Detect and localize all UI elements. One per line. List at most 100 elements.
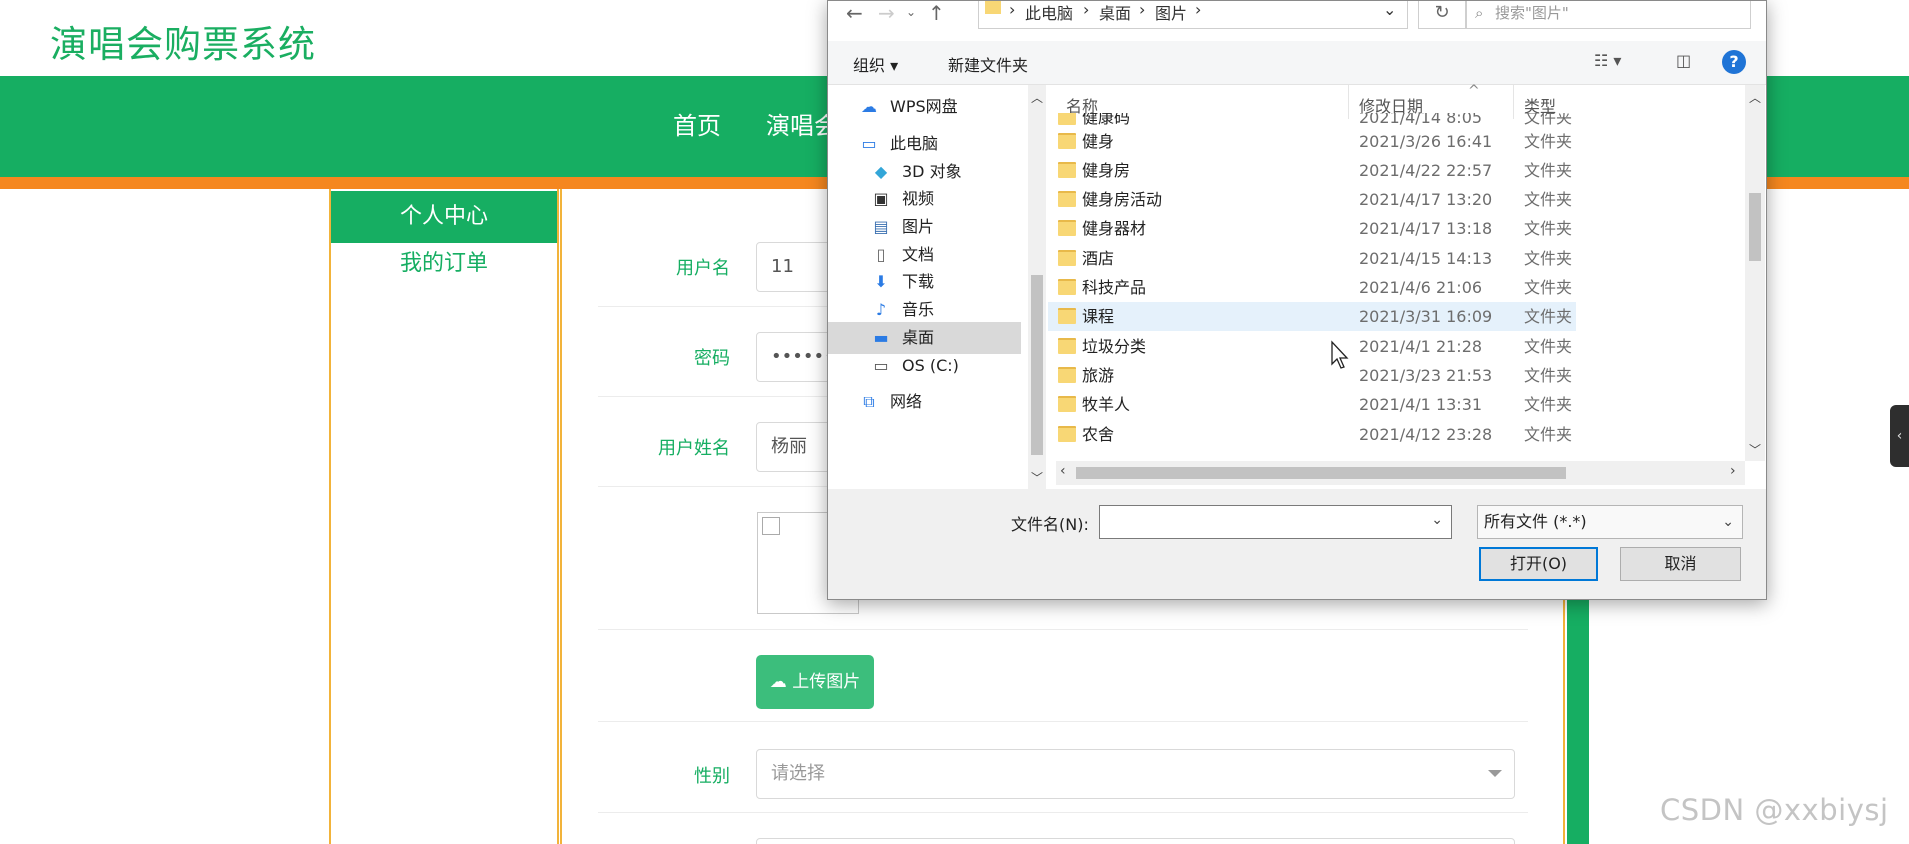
side-collapse-tab[interactable]: ‹ [1890, 405, 1909, 467]
folder-icon [1058, 338, 1076, 354]
scroll-down-icon[interactable]: ﹀ [1028, 469, 1046, 486]
file-modified: 2021/4/6 21:06 [1359, 278, 1483, 297]
scroll-left-icon[interactable]: ‹ [1060, 463, 1066, 479]
file-row[interactable]: 科技产品 2021/4/6 21:06 文件夹 [1048, 273, 1576, 302]
file-list: 健康码 2021/4/14 8:05 文件夹 健身 2021/3/26 16:41 文件夹… [1048, 113, 1576, 461]
file-row[interactable]: 健身器材 2021/4/17 13:18 文件夹 [1048, 214, 1576, 243]
file-type: 文件夹 [1524, 366, 1573, 385]
preview-pane-icon[interactable]: ◫ [1676, 51, 1691, 70]
breadcrumb-desktop[interactable]: 桌面 [1099, 1, 1131, 24]
nav-scrollbar[interactable]: ︿ ﹀ [1028, 85, 1046, 489]
search-input[interactable]: ⌕ 搜索"图片" [1466, 1, 1751, 29]
scrollbar-thumb[interactable] [1749, 193, 1761, 261]
breadcrumb-sep: › [1009, 0, 1016, 19]
file-list-scrollbar[interactable]: ︿ ﹀ [1745, 85, 1765, 461]
scroll-right-icon[interactable]: › [1730, 463, 1736, 479]
recent-chevron-icon[interactable]: ⌄ [906, 5, 916, 19]
nav-wps-cloud[interactable]: ☁ WPS网盘 [828, 91, 1021, 123]
folder-icon [1058, 250, 1076, 266]
form-divider [598, 721, 1528, 722]
user-sidebar: 个人中心 我的订单 [329, 189, 559, 844]
file-name: 旅游 [1082, 366, 1115, 385]
filename-input[interactable]: ⌄ [1099, 505, 1452, 539]
folder-icon [1058, 279, 1076, 295]
filename-label: 文件名(N): [1011, 515, 1089, 534]
gender-select[interactable]: 请选择 [756, 749, 1515, 799]
file-row[interactable]: 课程 2021/3/31 16:09 文件夹 [1048, 302, 1576, 331]
scroll-down-icon[interactable]: ﹀ [1746, 441, 1764, 458]
folder-icon [1058, 426, 1076, 442]
folder-icon [1058, 113, 1076, 125]
horizontal-scrollbar[interactable]: ‹ › [1056, 461, 1745, 485]
file-modified: 2021/4/12 23:28 [1359, 425, 1493, 444]
back-arrow-icon[interactable]: ← [846, 1, 863, 25]
upload-image-button[interactable]: ☁ 上传图片 [756, 655, 874, 709]
cube-icon: ◆ [874, 162, 888, 181]
open-button[interactable]: 打开(O) [1479, 547, 1598, 581]
nav-os-drive[interactable]: ▭ OS (C:) [828, 350, 1021, 382]
new-folder-button[interactable]: 新建文件夹 [948, 52, 1028, 76]
realname-label: 用户姓名 [658, 438, 730, 459]
help-icon[interactable]: ? [1722, 50, 1746, 74]
navigation-pane: ☁ WPS网盘 ▭ 此电脑 ◆ 3D 对象 ▣ 视频 ▤ 图片 ▯ 文档 ⬇ 下… [828, 85, 1028, 489]
computer-icon: ▭ [861, 134, 877, 153]
scrollbar-thumb[interactable] [1076, 467, 1566, 479]
form-divider [598, 812, 1528, 813]
file-name: 牧羊人 [1082, 395, 1131, 414]
file-row[interactable]: 垃圾分类 2021/4/1 21:28 文件夹 [1048, 332, 1576, 361]
folder-icon [1058, 220, 1076, 236]
broken-image-icon [762, 517, 780, 535]
folder-icon [1058, 308, 1076, 324]
next-field-input[interactable] [756, 838, 1515, 844]
scroll-up-icon[interactable]: ︿ [1746, 89, 1764, 106]
folder-icon [1058, 162, 1076, 178]
nav-home[interactable]: 首页 [673, 106, 721, 141]
file-modified: 2021/3/23 21:53 [1359, 366, 1493, 385]
folder-icon [1058, 367, 1076, 383]
file-modified: 2021/4/1 13:31 [1359, 395, 1483, 414]
gender-label: 性别 [694, 766, 730, 787]
scroll-up-icon[interactable]: ︿ [1028, 89, 1046, 106]
file-row[interactable]: 健身房活动 2021/4/17 13:20 文件夹 [1048, 185, 1576, 214]
cancel-button[interactable]: 取消 [1620, 547, 1741, 581]
view-options-icon[interactable]: ☷ ▾ [1594, 51, 1621, 70]
file-modified: 2021/4/22 22:57 [1359, 161, 1493, 180]
file-row[interactable]: 旅游 2021/3/23 21:53 文件夹 [1048, 361, 1576, 390]
up-arrow-icon[interactable]: ↑ [928, 1, 945, 25]
cloud-upload-icon: ☁ [769, 672, 787, 692]
refresh-button[interactable]: ↻ [1418, 1, 1466, 29]
address-bar[interactable]: › 此电脑 › 桌面 › 图片 › ⌄ [978, 0, 1408, 29]
file-row[interactable]: 健身房 2021/4/22 22:57 文件夹 [1048, 156, 1576, 185]
breadcrumb-pictures[interactable]: 图片 [1155, 1, 1187, 24]
file-row[interactable]: 牧羊人 2021/4/1 13:31 文件夹 [1048, 390, 1576, 419]
file-row[interactable]: 健身 2021/3/26 16:41 文件夹 [1048, 127, 1576, 156]
file-type: 文件夹 [1524, 395, 1573, 414]
file-open-dialog: ← → ⌄ ↑ › 此电脑 › 桌面 › 图片 › ⌄ ↻ ⌕ 搜索"图片" 组… [827, 0, 1767, 600]
folder-icon [1058, 191, 1076, 207]
username-label: 用户名 [676, 258, 730, 279]
file-row[interactable]: 农舍 2021/4/12 23:28 文件夹 [1048, 420, 1576, 449]
folder-icon [1058, 133, 1076, 149]
organize-button[interactable]: 组织 ▾ [853, 52, 898, 76]
dialog-toolbar: 组织 ▾ 新建文件夹 ☷ ▾ ◫ ? [828, 41, 1766, 85]
file-type: 文件夹 [1524, 161, 1573, 180]
file-row[interactable]: 酒店 2021/4/15 14:13 文件夹 [1048, 244, 1576, 273]
file-type: 文件夹 [1524, 425, 1573, 444]
chevron-down-icon[interactable]: ⌄ [1431, 512, 1443, 528]
file-name: 健身 [1082, 132, 1115, 151]
sidebar-item-my-orders[interactable]: 我的订单 [331, 249, 557, 279]
sidebar-item-personal-center[interactable]: 个人中心 [331, 191, 557, 243]
breadcrumb-sep: › [1195, 0, 1202, 19]
scrollbar-thumb[interactable] [1031, 275, 1043, 455]
watermark: CSDN @xxbiysj [1660, 793, 1889, 827]
nav-network[interactable]: ⧉ 网络 [828, 386, 1021, 418]
chevron-down-icon[interactable]: ⌄ [1383, 1, 1396, 19]
desktop-icon: ▬ [873, 328, 889, 347]
filetype-select[interactable]: 所有文件 (*.*) ⌄ [1477, 505, 1743, 539]
refresh-icon: ↻ [1434, 2, 1450, 23]
breadcrumb-pc[interactable]: 此电脑 [1025, 1, 1073, 24]
forward-arrow-icon[interactable]: → [878, 1, 895, 25]
folder-icon [1058, 396, 1076, 412]
mouse-cursor-icon [1331, 340, 1349, 369]
search-icon: ⌕ [1475, 4, 1484, 22]
